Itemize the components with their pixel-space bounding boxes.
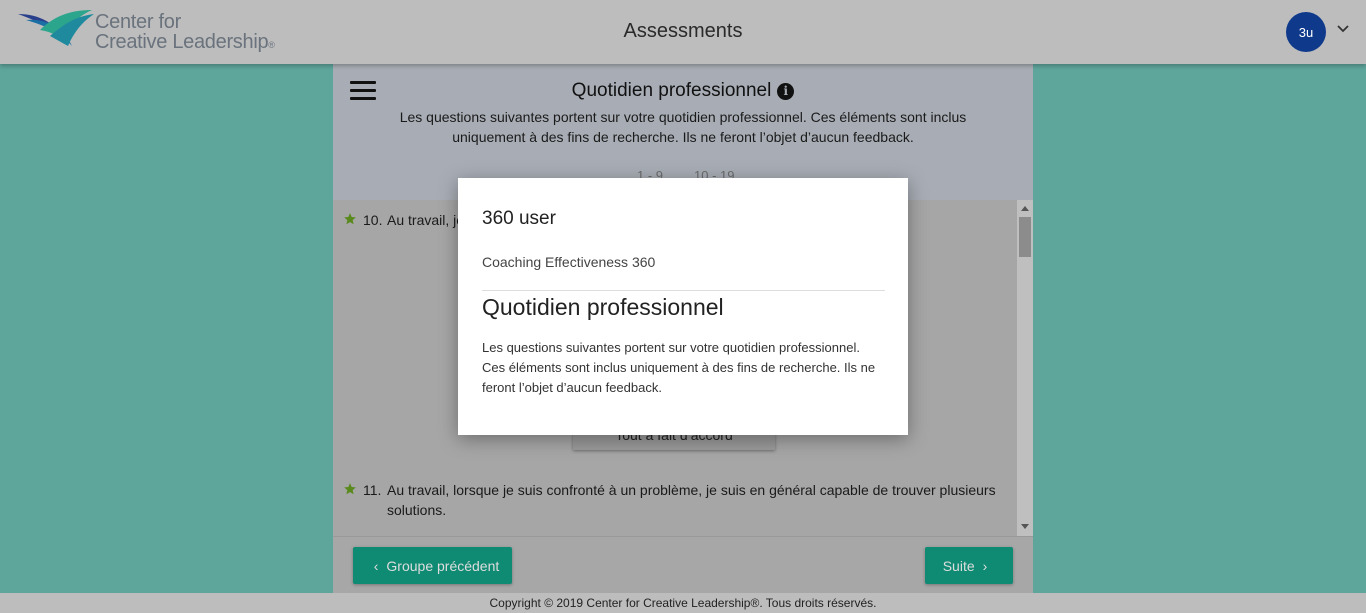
previous-group-button[interactable]: ‹ Groupe précédent: [353, 547, 512, 584]
question-text: Au travail, lorsque je suis confronté à …: [387, 482, 996, 518]
section-description: Les questions suivantes portent sur votr…: [399, 109, 967, 145]
footer-copyright: Copyright © 2019 Center for Creative Lea…: [0, 593, 1366, 613]
star-icon: [344, 213, 356, 225]
dialog-divider: [482, 290, 885, 291]
dialog-assessment-name: Coaching Effectiveness 360: [482, 254, 656, 270]
question-scrollbar[interactable]: [1017, 200, 1033, 536]
scroll-thumb[interactable]: [1019, 217, 1031, 257]
question-number: 11.: [363, 482, 382, 498]
scroll-up-arrow-icon[interactable]: [1021, 206, 1029, 211]
section-intro-dialog[interactable]: 360 user Coaching Effectiveness 360 Quot…: [458, 178, 908, 435]
chevron-left-icon: ‹: [373, 557, 379, 574]
section-title-text: Quotidien professionnel: [571, 80, 772, 101]
chevron-right-icon: ›: [982, 557, 988, 574]
question-number: 10.: [363, 212, 383, 228]
scroll-down-arrow-icon[interactable]: [1021, 524, 1029, 529]
app-header: Center for Creative Leadership® Assessme…: [0, 0, 1366, 64]
previous-group-label: Groupe précédent: [386, 557, 500, 574]
star-icon: [344, 483, 356, 495]
user-avatar[interactable]: 3u: [1286, 12, 1326, 52]
chevron-down-icon[interactable]: [1336, 22, 1350, 36]
navigation-bar: ‹ Groupe précédent Suite ›: [333, 536, 1033, 593]
info-icon[interactable]: i: [777, 83, 795, 100]
page-title: Assessments: [623, 20, 743, 42]
next-label: Suite: [942, 557, 975, 574]
dialog-section-title: Quotidien professionnel: [482, 294, 724, 320]
question-item: 11. Au travail, lorsque je suis confront…: [343, 480, 1003, 520]
section-title: Quotidien professionnel i: [333, 80, 1033, 102]
next-button[interactable]: Suite ›: [925, 547, 1013, 584]
dialog-user-name: 360 user: [482, 208, 556, 229]
dialog-section-description: Les questions suivantes portent sur votr…: [482, 340, 876, 395]
